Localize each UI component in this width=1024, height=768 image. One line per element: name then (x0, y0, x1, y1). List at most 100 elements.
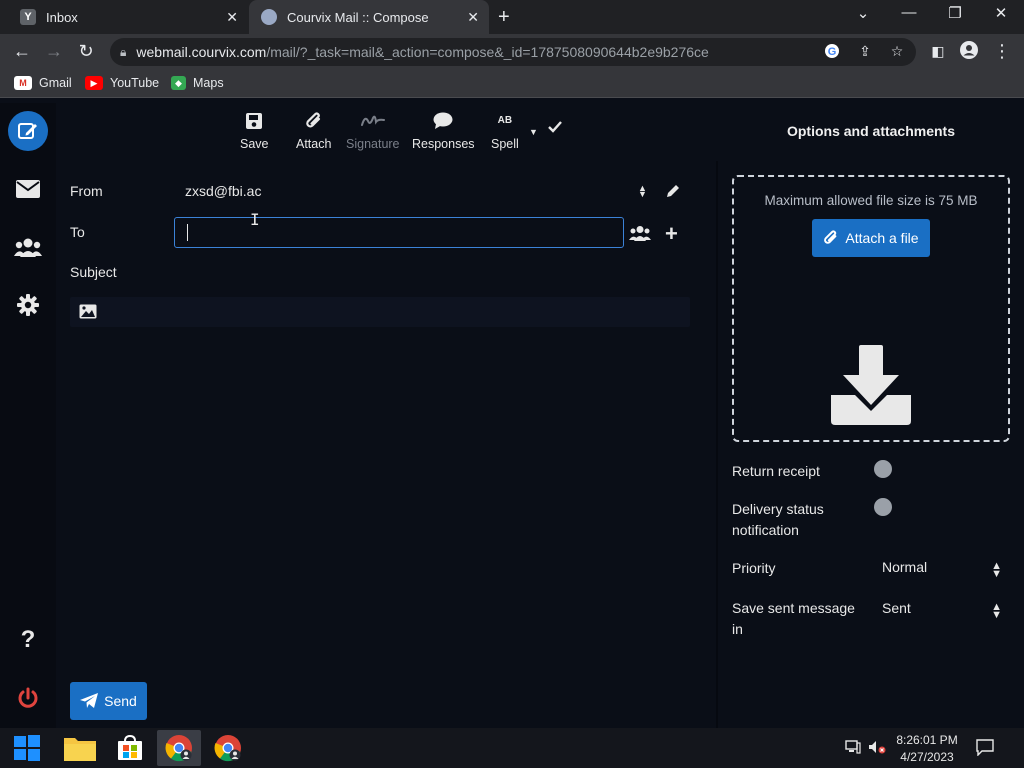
spellcheck-icon: AB (497, 115, 513, 126)
tab-title: Courvix Mail :: Compose (287, 9, 429, 25)
mail-nav-icon[interactable] (14, 175, 42, 203)
taskbar-clock[interactable]: 8:26:01 PM 4/27/2023 (890, 732, 964, 766)
url-path: /mail/?_task=mail&_action=compose&_id=17… (266, 44, 709, 60)
priority-label: Priority (732, 560, 776, 576)
gmail-icon: M (14, 76, 32, 90)
maps-icon: ◆ (171, 76, 186, 90)
save-button[interactable]: Save (240, 109, 269, 151)
tab-search-icon[interactable]: ⌄ (851, 4, 875, 22)
minimize-icon[interactable]: — (897, 4, 921, 21)
return-receipt-label: Return receipt (732, 463, 820, 479)
from-select-arrows-icon[interactable]: ▲ ▼ (638, 184, 647, 199)
google-lens-icon[interactable]: G (823, 43, 841, 61)
close-tab-icon[interactable]: ✕ (467, 9, 479, 26)
from-label: From (70, 183, 103, 199)
editor-toolbar (70, 297, 690, 327)
file-explorer-icon[interactable] (58, 730, 102, 766)
tab-inbox[interactable]: Y Inbox ✕ (8, 0, 248, 34)
volume-muted-icon[interactable] (868, 740, 886, 759)
bookmark-label: Maps (193, 76, 224, 90)
bookmark-label: Gmail (39, 76, 72, 90)
notifications-icon[interactable] (976, 739, 994, 761)
profile-icon[interactable] (958, 41, 980, 64)
signature-label: Signature (346, 137, 400, 151)
floppy-disk-icon (245, 109, 263, 133)
forward-icon[interactable]: → (43, 41, 65, 62)
browser-menu-icon[interactable]: ⋮ (991, 41, 1013, 62)
text-caret (187, 224, 188, 241)
windows-start-icon[interactable] (5, 730, 49, 766)
options-panel: Options and attachments Maximum allowed … (718, 103, 1024, 728)
close-tab-icon[interactable]: ✕ (226, 9, 238, 26)
tab-compose[interactable]: Courvix Mail :: Compose ✕ (249, 0, 489, 34)
save-label: Save (240, 137, 269, 151)
return-receipt-toggle[interactable] (874, 460, 892, 478)
side-panel-icon[interactable]: ◧ (927, 43, 949, 60)
bookmark-maps[interactable]: ◆ Maps (171, 76, 224, 90)
help-icon[interactable]: ? (14, 626, 42, 654)
add-header-plus-icon[interactable]: + (665, 221, 678, 247)
spell-dropdown-icon[interactable]: ▼ (529, 127, 538, 137)
settings-nav-icon[interactable] (14, 291, 42, 319)
paper-plane-icon (80, 693, 99, 708)
yahoo-favicon-icon: Y (20, 9, 36, 25)
compose-toolbar: Save Attach Signature Responses AB Spell (56, 103, 716, 161)
send-button[interactable]: Send (70, 682, 147, 720)
image-icon[interactable] (79, 304, 97, 324)
subject-label: Subject (70, 264, 117, 280)
bookmark-star-icon[interactable]: ☆ (888, 43, 906, 61)
lock-icon: 🔒︎ (120, 44, 127, 59)
bookmark-youtube[interactable]: ▶ YouTube (85, 76, 159, 90)
responses-button[interactable]: Responses (412, 109, 475, 151)
download-tray-icon (831, 345, 911, 425)
attach-file-button[interactable]: Attach a file (812, 219, 930, 257)
tab-title: Inbox (46, 9, 78, 25)
chrome-taskbar-active-icon[interactable] (157, 730, 201, 766)
max-file-size-note: Maximum allowed file size is 75 MB (764, 193, 978, 208)
clock-date: 4/27/2023 (900, 750, 954, 764)
contacts-nav-icon[interactable] (14, 233, 42, 261)
back-icon[interactable]: ← (11, 41, 33, 62)
address-bar[interactable]: 🔒︎ webmail.courvix.com/mail/?_task=mail&… (110, 38, 916, 66)
main-navigation: ? (0, 103, 56, 728)
clock-time: 8:26:01 PM (896, 733, 958, 747)
attachment-dropzone[interactable]: Maximum allowed file size is 75 MB Attac… (732, 175, 1010, 442)
signature-icon (360, 109, 385, 133)
network-icon[interactable] (845, 740, 861, 759)
select-arrows-icon: ▲ ▼ (991, 601, 1002, 621)
bookmark-gmail[interactable]: M Gmail (14, 76, 72, 90)
compose-button[interactable] (8, 111, 48, 151)
reload-icon[interactable]: ↻ (75, 41, 97, 62)
priority-select[interactable]: Normal ▲ ▼ (882, 559, 1002, 580)
restore-icon[interactable]: ❐ (943, 4, 967, 22)
youtube-icon: ▶ (85, 76, 103, 90)
send-label: Send (104, 693, 137, 709)
compose-icon (18, 123, 37, 139)
options-title: Options and attachments (786, 123, 956, 139)
dsn-toggle[interactable] (874, 498, 892, 516)
save-sent-label: Save sent message in (732, 600, 855, 637)
to-input[interactable] (174, 217, 624, 248)
url-host: webmail.courvix.com (136, 44, 267, 60)
from-select[interactable]: zxsd@fbi.ac (185, 183, 261, 199)
courvix-favicon-icon (261, 9, 277, 25)
svg-text:G: G (828, 46, 837, 58)
microsoft-store-icon[interactable] (108, 730, 152, 766)
paperclip-icon (824, 230, 837, 244)
attach-button[interactable]: Attach (296, 109, 331, 151)
save-sent-folder-select[interactable]: Sent ▲ ▼ (882, 600, 1002, 621)
new-tab-icon[interactable]: + (498, 6, 510, 29)
add-contact-group-icon[interactable] (629, 225, 651, 246)
close-window-icon[interactable]: ✕ (989, 4, 1013, 22)
attach-label: Attach (296, 137, 332, 151)
logout-power-icon[interactable] (14, 684, 42, 712)
chrome-taskbar-icon[interactable] (206, 730, 250, 766)
spell-button[interactable]: AB Spell (491, 109, 519, 152)
share-icon[interactable]: ⇪ (856, 43, 874, 61)
responses-label: Responses (412, 137, 475, 151)
edit-identity-pencil-icon[interactable] (665, 183, 681, 204)
browser-toolbar: ← → ↻ 🔒︎ webmail.courvix.com/mail/?_task… (0, 34, 1024, 70)
dsn-label: Delivery status notification (732, 501, 824, 538)
speech-bubble-icon (433, 109, 453, 133)
signature-button[interactable]: Signature (346, 109, 400, 151)
